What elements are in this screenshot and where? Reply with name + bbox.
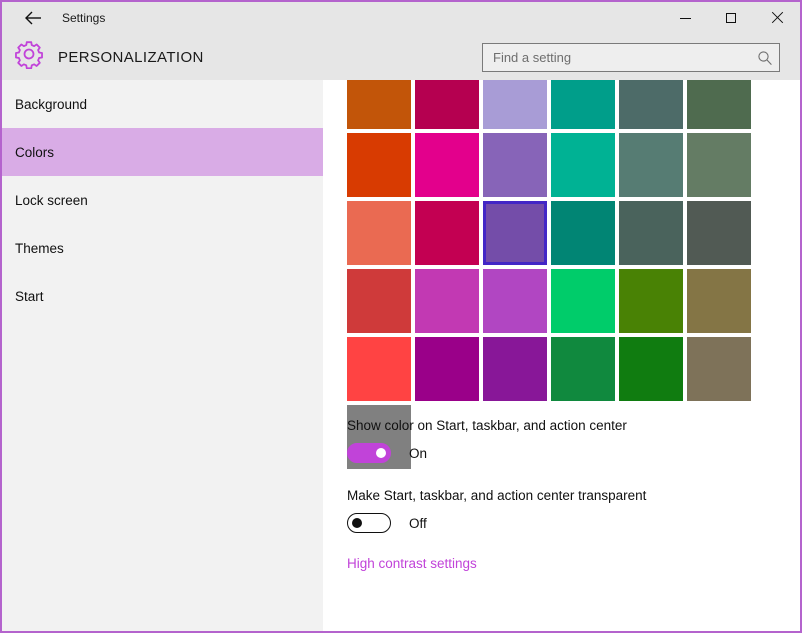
accent-color-row: [347, 80, 767, 129]
accent-color-swatch[interactable]: [687, 133, 751, 197]
accent-color-swatch[interactable]: [483, 80, 547, 129]
accent-color-swatch[interactable]: [415, 337, 479, 401]
accent-color-swatch[interactable]: [687, 201, 751, 265]
accent-color-swatch[interactable]: [415, 133, 479, 197]
content-pane: Show color on Start, taskbar, and action…: [323, 80, 800, 631]
maximize-icon: [726, 13, 736, 23]
sidebar-nav: Background Colors Lock screen Themes Start: [2, 80, 323, 631]
accent-color-swatch[interactable]: [415, 269, 479, 333]
accent-color-swatch[interactable]: [483, 201, 547, 265]
sidebar-item-label: Themes: [15, 240, 64, 256]
accent-color-swatch[interactable]: [619, 80, 683, 129]
sidebar-item-colors[interactable]: Colors: [2, 128, 323, 176]
transparency-toggle-state: Off: [409, 515, 427, 531]
sidebar-item-themes[interactable]: Themes: [2, 224, 323, 272]
setting-show-color-label: Show color on Start, taskbar, and action…: [347, 418, 627, 433]
setting-transparency-label: Make Start, taskbar, and action center t…: [347, 488, 647, 503]
maximize-button[interactable]: [708, 2, 754, 34]
sidebar-item-label: Lock screen: [15, 192, 88, 208]
accent-color-swatch[interactable]: [483, 337, 547, 401]
accent-color-swatch[interactable]: [551, 337, 615, 401]
page-title: PERSONALIZATION: [58, 48, 204, 66]
minimize-button[interactable]: [662, 2, 708, 34]
accent-color-swatch[interactable]: [551, 133, 615, 197]
accent-color-swatch[interactable]: [687, 337, 751, 401]
gear-icon: [15, 41, 43, 69]
window-title: Settings: [62, 11, 106, 25]
setting-transparency: Make Start, taskbar, and action center t…: [347, 488, 777, 533]
settings-window: Settings PERSONALIZATION Back: [0, 0, 802, 633]
title-bar: Settings: [2, 2, 800, 34]
accent-color-row: [347, 269, 767, 333]
toggle-knob: [352, 518, 362, 528]
accent-color-swatch[interactable]: [347, 80, 411, 129]
accent-color-swatch[interactable]: [347, 201, 411, 265]
accent-color-swatch[interactable]: [483, 133, 547, 197]
sidebar-item-label: Start: [15, 288, 44, 304]
accent-color-swatch[interactable]: [619, 201, 683, 265]
accent-color-swatch[interactable]: [551, 201, 615, 265]
accent-color-swatch[interactable]: [347, 133, 411, 197]
toggle-knob: [376, 448, 386, 458]
back-arrow-icon: [25, 11, 41, 25]
accent-color-swatch[interactable]: [551, 80, 615, 129]
accent-color-swatch[interactable]: [619, 133, 683, 197]
sidebar-item-background[interactable]: Background: [2, 80, 323, 128]
accent-color-row: [347, 201, 767, 265]
accent-color-swatch[interactable]: [551, 269, 615, 333]
accent-color-row: [347, 133, 767, 197]
accent-color-swatch[interactable]: [415, 80, 479, 129]
minimize-icon: [679, 17, 691, 19]
page-header: PERSONALIZATION: [2, 34, 800, 80]
sidebar-item-label: Colors: [15, 144, 55, 160]
accent-color-swatch[interactable]: [619, 269, 683, 333]
search-input[interactable]: [483, 44, 751, 71]
accent-color-swatch[interactable]: [619, 337, 683, 401]
close-icon: [771, 12, 783, 24]
accent-color-grid: [347, 80, 767, 473]
accent-color-row: [347, 337, 767, 401]
accent-color-swatch[interactable]: [483, 269, 547, 333]
sidebar-item-lock-screen[interactable]: Lock screen: [2, 176, 323, 224]
setting-show-color: Show color on Start, taskbar, and action…: [347, 418, 777, 463]
accent-color-swatch[interactable]: [687, 269, 751, 333]
high-contrast-settings-link[interactable]: High contrast settings: [347, 556, 477, 571]
show-color-toggle[interactable]: [347, 443, 391, 463]
accent-color-swatch[interactable]: [415, 201, 479, 265]
accent-color-swatch[interactable]: [687, 80, 751, 129]
sidebar-item-start[interactable]: Start: [2, 272, 323, 320]
accent-color-swatch[interactable]: [347, 269, 411, 333]
transparency-toggle[interactable]: [347, 513, 391, 533]
search-box[interactable]: [482, 43, 780, 72]
sidebar-item-label: Background: [15, 96, 88, 112]
accent-color-swatch[interactable]: [347, 337, 411, 401]
back-button[interactable]: [12, 2, 56, 34]
show-color-toggle-state: On: [409, 445, 428, 461]
search-icon[interactable]: [751, 44, 779, 71]
close-button[interactable]: [754, 2, 800, 34]
